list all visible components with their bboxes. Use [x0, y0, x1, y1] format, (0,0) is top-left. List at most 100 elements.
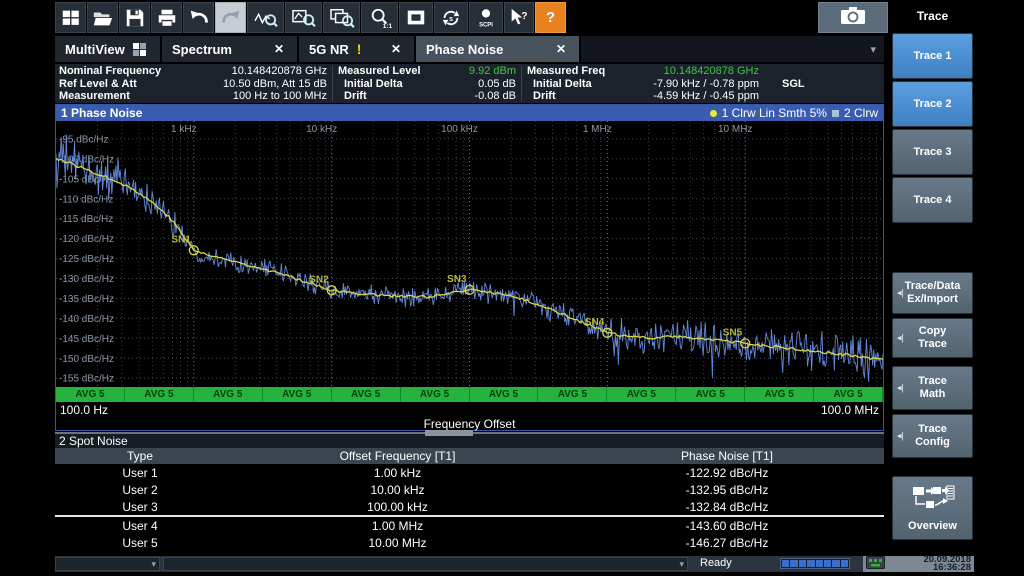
submenu-arrow-icon: ◂|	[897, 287, 904, 300]
info-label: Drift	[344, 90, 367, 103]
phase-noise-plot[interactable]: 1 kHz10 kHz100 kHz1 MHz10 MHz-95 dBc/Hz-…	[56, 121, 883, 387]
avg-indicator: AVG 5	[676, 387, 745, 402]
zoom-multiwindow-button[interactable]	[323, 2, 360, 33]
avg-indicator: AVG 5	[401, 387, 470, 402]
info-value: 9.92 dBm	[469, 65, 516, 78]
svg-text:SN3: SN3	[447, 274, 467, 285]
softkey-trace-1[interactable]: Trace 1	[892, 33, 973, 79]
tab-label: MultiView	[65, 42, 125, 57]
tab-label: Spectrum	[172, 42, 232, 57]
info-label: Measured Freq	[527, 65, 605, 78]
status-dropdown-left[interactable]: ▾	[55, 557, 160, 571]
open-folder-icon	[92, 7, 114, 29]
avg-indicator: AVG 5	[814, 387, 883, 402]
table-row[interactable]: User 3100.00 kHz-132.84 dBc/Hz	[55, 498, 884, 515]
softkey-label: Trace	[918, 423, 947, 436]
screenshot-button[interactable]	[818, 2, 888, 33]
print-button[interactable]	[151, 2, 182, 33]
column-header-type: Type	[55, 448, 225, 464]
zoom-one-to-one-button[interactable]: 1:1	[361, 2, 398, 33]
sync-button[interactable]: s	[434, 2, 468, 33]
softkey-label: Trace/Data	[905, 280, 961, 293]
avg-indicator: AVG 5	[194, 387, 263, 402]
window-resize-handle[interactable]	[425, 430, 473, 436]
softkey-trace-config[interactable]: ◂| Trace Config	[892, 414, 973, 458]
column-header-offset-frequency: Offset Frequency [T1]	[225, 448, 570, 464]
print-icon	[156, 7, 178, 29]
zoom-area-button[interactable]	[285, 2, 322, 33]
table-row[interactable]: User 11.00 kHz-122.92 dBc/Hz	[55, 464, 884, 481]
softkey-trace-3[interactable]: Trace 3	[892, 129, 973, 175]
tab-multiview[interactable]: MultiView	[55, 36, 162, 62]
close-icon[interactable]: ✕	[388, 42, 404, 56]
avg-indicator: AVG 5	[538, 387, 607, 402]
softkey-copy-trace[interactable]: ◂| Copy Trace	[892, 318, 973, 358]
svg-text:-145 dBc/Hz: -145 dBc/Hz	[59, 334, 114, 345]
table-row[interactable]: User 41.00 MHz-143.60 dBc/Hz	[55, 517, 884, 534]
trace2-color-icon	[832, 110, 839, 117]
undo-button[interactable]	[183, 2, 214, 33]
open-button[interactable]	[87, 2, 118, 33]
softkey-label: Trace	[918, 338, 947, 351]
redo-button[interactable]	[215, 2, 246, 33]
scpi-label: SCPI	[479, 22, 493, 28]
x-axis-start: 100.0 Hz	[60, 403, 108, 417]
windows-icon	[60, 7, 82, 29]
svg-text:SN5: SN5	[723, 327, 743, 338]
spot-offset-frequency: 10.00 MHz	[225, 534, 570, 551]
status-bar: ▾ ▾ Ready 20.09.2018 16:36:28	[55, 556, 974, 572]
info-value: 10.148420878 GHz	[664, 65, 759, 78]
softkey-sidebar: Trace Trace 1 Trace 2 Trace 3 Trace 4 ◂|…	[884, 0, 1024, 576]
table-row[interactable]: User 210.00 kHz-132.95 dBc/Hz	[55, 481, 884, 498]
help-button[interactable]: ?	[535, 2, 566, 33]
status-message-dropdown[interactable]: ▾	[163, 557, 688, 571]
avg-indicator: AVG 5	[470, 387, 539, 402]
tab-phase-noise[interactable]: Phase Noise ✕	[416, 36, 581, 62]
softkey-trace-data-ex-import[interactable]: ◂| Trace/Data Ex/Import	[892, 272, 973, 314]
info-label: Nominal Frequency	[59, 65, 161, 78]
svg-text:-110 dBc/Hz: -110 dBc/Hz	[59, 194, 113, 205]
instrument-screen: 1:1 s SCPI ? ? MultiView Spectrum ✕	[0, 0, 1024, 576]
context-help-button[interactable]: ?	[504, 2, 534, 33]
save-icon	[124, 7, 146, 29]
scpi-button[interactable]: SCPI	[469, 2, 503, 33]
save-button[interactable]	[119, 2, 150, 33]
undo-arrow-icon	[188, 7, 210, 29]
spot-type: User 4	[55, 517, 225, 534]
table-row[interactable]: User 510.00 MHz-146.27 dBc/Hz	[55, 534, 884, 551]
status-ready-label: Ready	[700, 557, 732, 569]
avg-indicator: AVG 5	[332, 387, 401, 402]
avg-indicator: AVG 5	[263, 387, 332, 402]
avg-indicator: AVG 5	[56, 387, 125, 402]
softkey-trace-4[interactable]: Trace 4	[892, 177, 973, 223]
tab-overflow-dropdown[interactable]: ▾	[870, 43, 884, 56]
single-sweep-badge: SGL	[782, 78, 805, 90]
multiview-grid-icon	[133, 43, 146, 56]
svg-text:-155 dBc/Hz: -155 dBc/Hz	[59, 374, 114, 385]
svg-text:-140 dBc/Hz: -140 dBc/Hz	[59, 314, 114, 325]
display-button[interactable]	[399, 2, 433, 33]
zoom-trace-button[interactable]	[247, 2, 284, 33]
home-windows-button[interactable]	[55, 2, 86, 33]
spot-noise-window: 2 Spot Noise Type Offset Frequency [T1] …	[55, 432, 884, 557]
close-icon[interactable]: ✕	[271, 42, 287, 56]
spot-phase-noise: -132.95 dBc/Hz	[570, 481, 884, 498]
softkey-label: Trace 2	[914, 98, 952, 111]
svg-text:-135 dBc/Hz: -135 dBc/Hz	[59, 294, 114, 305]
trace1-color-icon	[710, 110, 717, 117]
tab-spectrum[interactable]: Spectrum ✕	[162, 36, 299, 62]
softkey-trace-math[interactable]: ◂| Trace Math	[892, 366, 973, 410]
info-label: Measured Level	[338, 65, 421, 78]
overview-flowchart-icon	[911, 484, 955, 518]
info-col-measured-freq: Measured Freq10.148420878 GHz Initial De…	[527, 65, 759, 103]
softkey-menu-title: Trace	[892, 0, 973, 31]
submenu-arrow-icon: ◂|	[897, 332, 904, 345]
phase-noise-window: 1 Phase Noise 1 Clrw Lin Smth 5% 2 Clrw …	[55, 104, 884, 431]
close-icon[interactable]: ✕	[553, 42, 569, 56]
softkey-label: Trace 1	[914, 50, 952, 63]
tab-5gnr[interactable]: 5G NR ! ✕	[299, 36, 416, 62]
spot-type: User 5	[55, 534, 225, 551]
softkey-trace-2[interactable]: Trace 2	[892, 81, 973, 127]
trace-legend: 1 Clrw Lin Smth 5% 2 Clrw	[710, 106, 878, 120]
softkey-overview[interactable]: Overview	[892, 476, 973, 540]
